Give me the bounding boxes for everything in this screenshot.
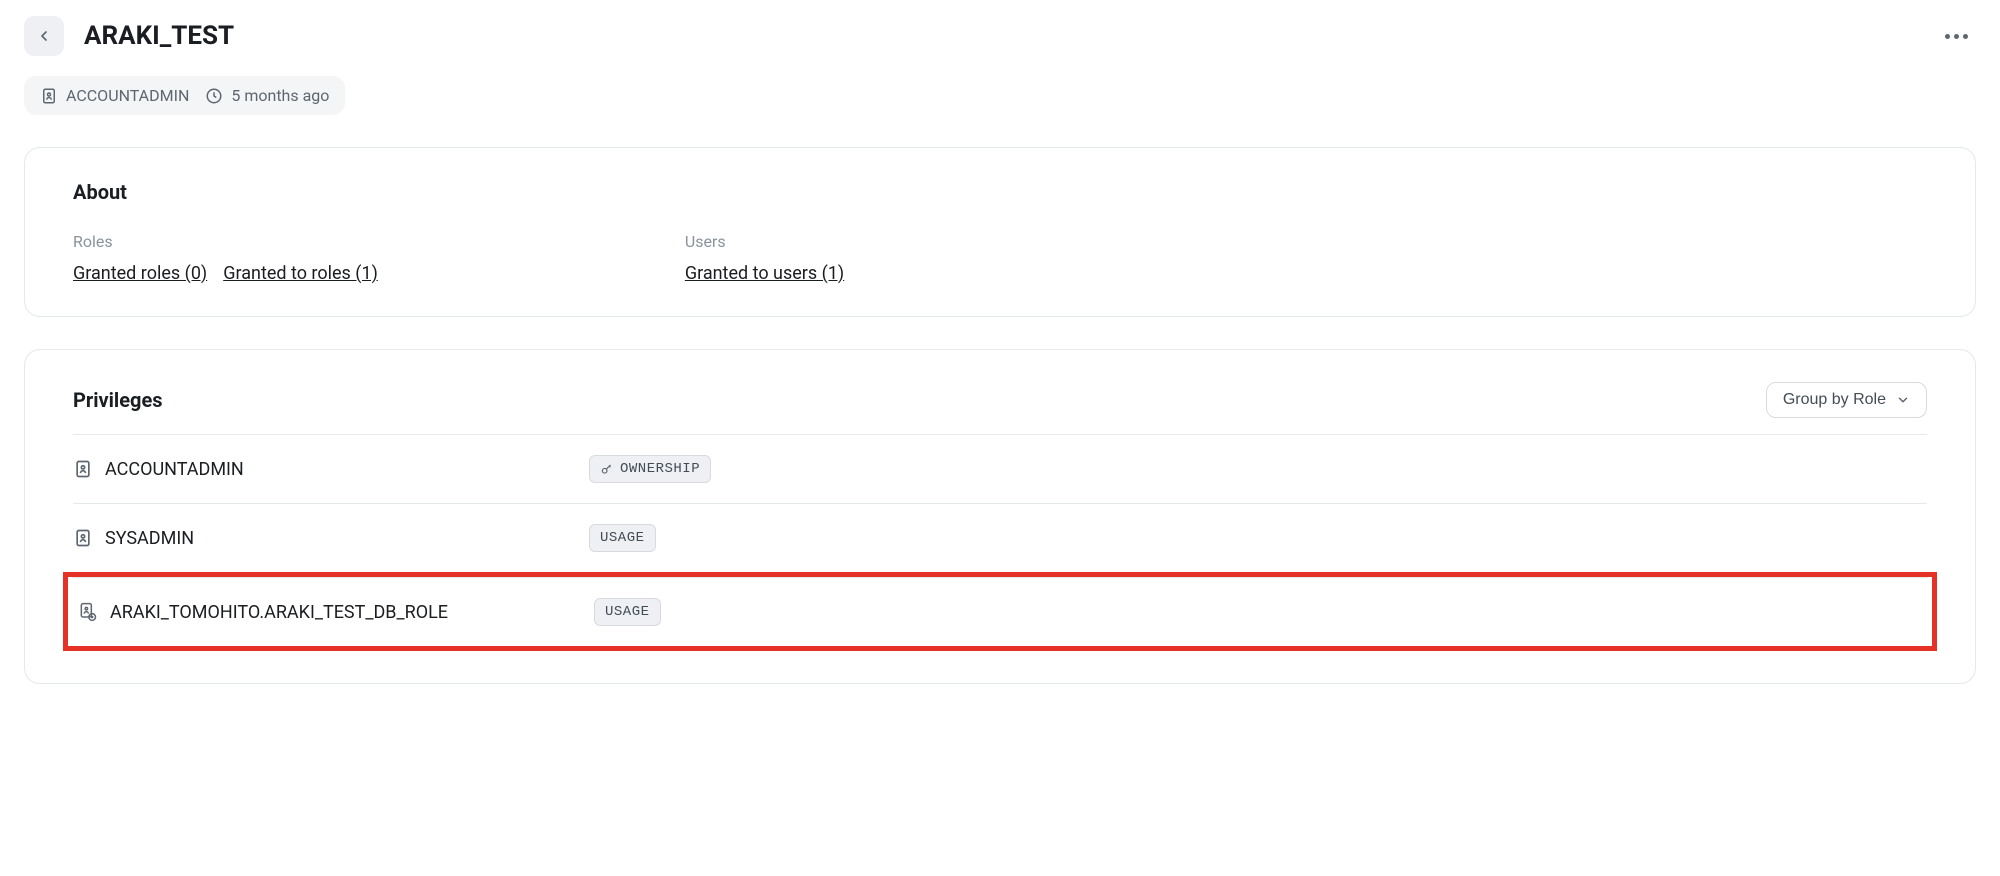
privilege-row[interactable]: ARAKI_TOMOHITO.ARAKI_TEST_DB_ROLE USAGE: [72, 577, 1928, 646]
users-column: Users Granted to users (1): [685, 232, 1297, 284]
dot-icon: [1945, 34, 1950, 39]
privilege-badge: USAGE: [589, 524, 656, 552]
roles-links: Granted roles (0) Granted to roles (1): [73, 263, 685, 284]
users-label: Users: [685, 232, 1297, 251]
about-card: About Roles Granted roles (0) Granted to…: [24, 147, 1976, 317]
dot-icon: [1954, 34, 1959, 39]
page-title: ARAKI_TEST: [84, 21, 234, 51]
privileges-title: Privileges: [73, 388, 163, 412]
role-icon: [73, 459, 93, 479]
role-badge-icon: [40, 87, 58, 105]
privilege-name: ACCOUNTADMIN: [105, 459, 244, 480]
back-button[interactable]: [24, 16, 64, 56]
clock-icon: [205, 87, 223, 105]
group-by-dropdown[interactable]: Group by Role: [1766, 382, 1927, 418]
more-menu-button[interactable]: [1937, 26, 1976, 47]
role-icon: [73, 528, 93, 548]
chevron-left-icon: [36, 28, 52, 44]
db-role-icon: [78, 602, 98, 622]
age-chip[interactable]: 5 months ago: [205, 86, 329, 105]
chevron-down-icon: [1896, 393, 1910, 407]
privilege-name-cell: SYSADMIN: [73, 528, 573, 549]
key-icon: [600, 462, 614, 476]
dot-icon: [1963, 34, 1968, 39]
granted-roles-link[interactable]: Granted roles (0): [73, 263, 207, 284]
users-links: Granted to users (1): [685, 263, 1297, 284]
roles-label: Roles: [73, 232, 685, 251]
privileges-list: ACCOUNTADMINOWNERSHIPSYSADMINUSAGEARAKI_…: [73, 434, 1927, 651]
privilege-badge-label: USAGE: [605, 604, 650, 620]
privilege-name-cell: ARAKI_TOMOHITO.ARAKI_TEST_DB_ROLE: [78, 602, 578, 623]
privileges-card: Privileges Group by Role ACCOUNTADMIN OWN…: [24, 349, 1976, 684]
owner-label: ACCOUNTADMIN: [66, 86, 189, 105]
owner-chip[interactable]: ACCOUNTADMIN: [40, 86, 189, 105]
privilege-name-cell: ACCOUNTADMIN: [73, 459, 573, 480]
meta-info: ACCOUNTADMIN 5 months ago: [24, 76, 345, 115]
about-grid: Roles Granted roles (0) Granted to roles…: [73, 232, 1927, 284]
age-label: 5 months ago: [231, 86, 329, 105]
privilege-name: ARAKI_TOMOHITO.ARAKI_TEST_DB_ROLE: [110, 602, 448, 623]
granted-to-users-link[interactable]: Granted to users (1): [685, 263, 844, 284]
privilege-row[interactable]: ACCOUNTADMIN OWNERSHIP: [73, 434, 1927, 503]
privilege-badge-label: USAGE: [600, 530, 645, 546]
privilege-badge: OWNERSHIP: [589, 455, 711, 483]
group-by-label: Group by Role: [1783, 391, 1886, 409]
header: ARAKI_TEST: [24, 16, 1976, 56]
highlighted-row: ARAKI_TOMOHITO.ARAKI_TEST_DB_ROLE USAGE: [63, 572, 1937, 651]
privilege-badge: USAGE: [594, 598, 661, 626]
roles-column: Roles Granted roles (0) Granted to roles…: [73, 232, 685, 284]
header-left: ARAKI_TEST: [24, 16, 234, 56]
privileges-header: Privileges Group by Role: [73, 382, 1927, 418]
granted-to-roles-link[interactable]: Granted to roles (1): [223, 263, 378, 284]
privilege-row[interactable]: SYSADMIN USAGE: [73, 503, 1927, 572]
privilege-badge-label: OWNERSHIP: [620, 461, 700, 477]
privilege-name: SYSADMIN: [105, 528, 194, 549]
about-title: About: [73, 180, 1927, 204]
